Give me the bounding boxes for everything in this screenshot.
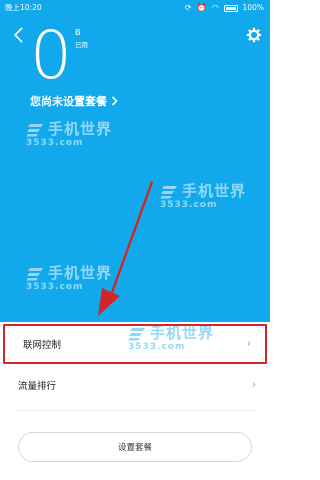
usage-caption: 已用 (75, 41, 88, 49)
watermark-title: 手机世界 (48, 120, 113, 138)
watermark-logo-icon (26, 267, 43, 280)
traffic-ranking-row[interactable]: 流量排行 › (0, 364, 270, 406)
chevron-right-icon: › (247, 338, 251, 350)
divider (14, 410, 256, 411)
gear-icon[interactable] (246, 27, 262, 43)
set-plan-link[interactable]: 您尚未设置套餐 (30, 93, 118, 109)
annotation-arrow (98, 181, 154, 316)
battery-icon (223, 4, 238, 12)
watermark-subtitle: 3533.com (26, 138, 84, 148)
status-bar: 晚上10:20 ⟳ ⏰ ◠ 100% (0, 0, 270, 16)
watermark: 手机世界 3533.com (128, 322, 214, 352)
battery-percent: 100% (242, 3, 264, 12)
status-time: 晚上10:20 (5, 3, 42, 12)
usage-value: 0 (30, 17, 72, 94)
network-control-label: 联网控制 (23, 340, 62, 351)
watermark-title: 手机世界 (150, 324, 215, 342)
sync-icon: ⟳ (184, 3, 192, 12)
set-plan-button[interactable]: 设置套餐 (18, 432, 252, 462)
watermark: 手机世界 3533.com (26, 118, 112, 148)
set-plan-button-label: 设置套餐 (117, 443, 152, 453)
wifi-icon: ◠ (211, 3, 219, 12)
watermark-title: 手机世界 (182, 182, 247, 200)
set-plan-label: 您尚未设置套餐 (30, 95, 107, 108)
watermark-logo-icon (160, 185, 177, 198)
watermark-subtitle: 3533.com (128, 342, 186, 352)
watermark-subtitle: 3533.com (160, 200, 218, 210)
chevron-right-icon (111, 96, 118, 106)
watermark-logo-icon (128, 327, 145, 340)
watermark: 手机世界 3533.com (160, 180, 246, 210)
alarm-icon: ⏰ (196, 3, 207, 12)
traffic-ranking-label: 流量排行 (18, 381, 57, 392)
status-icons: ⟳ ⏰ ◠ 100% (185, 0, 264, 16)
chevron-right-icon: › (252, 379, 256, 391)
usage-unit: B (75, 28, 81, 37)
back-icon[interactable] (12, 26, 26, 44)
watermark-logo-icon (26, 123, 43, 136)
